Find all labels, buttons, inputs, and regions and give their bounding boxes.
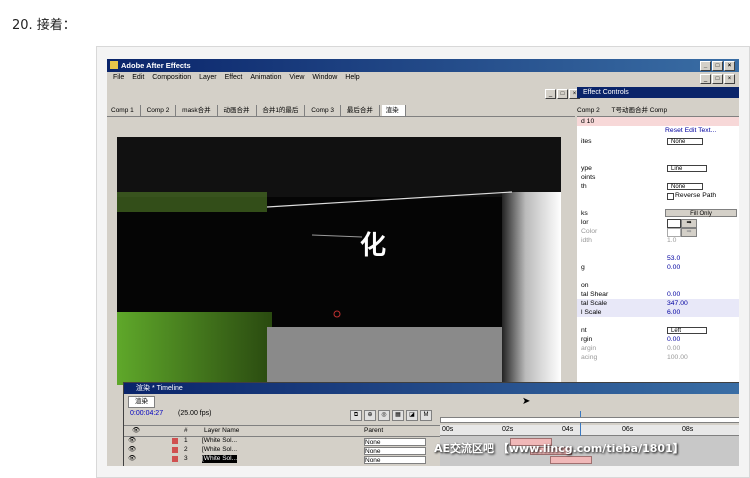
ec-sites-dropdown[interactable]: None xyxy=(667,138,703,145)
menu-bar: File Edit Composition Layer Effect Anima… xyxy=(107,72,739,84)
app-title: Adobe After Effects xyxy=(121,61,191,70)
ec-tab-comp-2[interactable]: Comp 2 xyxy=(577,107,600,114)
doc-minimize-icon[interactable]: _ xyxy=(700,74,711,84)
viewer-footage xyxy=(117,137,561,385)
ec-row-sites: ites None xyxy=(577,137,739,146)
eye-icon[interactable]: 👁 xyxy=(128,446,136,454)
col-number: # xyxy=(184,427,188,434)
tab-merge1-last[interactable]: 合并1的最后 xyxy=(258,105,306,116)
ec-layer-name-row: d 10 xyxy=(577,117,739,126)
ec-row-size: 53.0 xyxy=(667,255,681,262)
layer-bar[interactable] xyxy=(550,456,592,464)
after-effects-window: Adobe After Effects _ □ × File Edit Comp… xyxy=(107,59,739,466)
current-time-display[interactable]: 0:00:04:27 xyxy=(130,410,163,417)
maximize-icon[interactable]: □ xyxy=(712,61,723,71)
ec-row-path: th None xyxy=(577,182,739,191)
doc-close-icon[interactable]: × xyxy=(724,74,735,84)
ec-row-vertical-scale: l Scale 6.00 xyxy=(577,308,739,317)
app-title-bar: Adobe After Effects _ □ × xyxy=(107,59,739,72)
tab-mask-merge[interactable]: mask合并 xyxy=(178,105,218,116)
layer-color-label[interactable] xyxy=(172,456,178,462)
work-area-bar[interactable] xyxy=(440,417,739,423)
menu-help[interactable]: Help xyxy=(345,74,359,81)
motion-blur-icon[interactable]: ◪ xyxy=(406,410,418,421)
app-icon xyxy=(110,61,118,69)
menu-animation[interactable]: Animation xyxy=(250,74,281,81)
ec-row-left-margin: rgin 0.00 xyxy=(581,336,681,343)
ec-type-dropdown[interactable]: Line xyxy=(667,165,707,172)
watermark: AE交流区吧 【www.lincg.com/tieba/1801】 xyxy=(434,442,684,455)
comp-minimize-icon[interactable]: _ xyxy=(545,89,556,99)
shy-icon[interactable]: ◎ xyxy=(378,410,390,421)
composition-viewer[interactable]: 化 xyxy=(117,137,561,385)
ec-layer-name: d 10 xyxy=(581,118,595,125)
menu-composition[interactable]: Composition xyxy=(152,74,191,81)
tab-comp-2[interactable]: Comp 2 xyxy=(143,105,177,116)
ec-row-alignment: nt Left xyxy=(577,326,739,335)
ec-row-stroke-color: Color ➡ xyxy=(577,227,739,237)
ec-row-reverse-path: Reverse Path xyxy=(577,191,739,200)
time-ruler[interactable]: 00s 02s 04s 06s 08s xyxy=(440,425,739,436)
close-icon[interactable]: × xyxy=(724,61,735,71)
fill-only-dropdown[interactable]: Fill Only xyxy=(665,209,737,217)
ec-row-strokes: ks Fill Only xyxy=(577,209,739,218)
menu-edit[interactable]: Edit xyxy=(132,74,144,81)
ec-row-transform: on xyxy=(581,282,589,289)
ec-row-horizontal-shear: tal Shear 0.00 xyxy=(581,291,681,298)
layer-color-label[interactable] xyxy=(172,438,178,444)
ec-row-line-spacing: acing 100.00 xyxy=(581,354,688,361)
fps-display: (25.00 fps) xyxy=(178,410,212,417)
doc-maximize-icon[interactable]: □ xyxy=(712,74,723,84)
layer-color-label[interactable] xyxy=(172,447,178,453)
ec-row-type: ype Line xyxy=(577,164,739,173)
ec-reset-row: Reset Edit Text... xyxy=(577,126,739,135)
layer-row[interactable]: 👁 2 [White Sol... None xyxy=(124,446,440,455)
mouse-pointer-icon: ➤ xyxy=(522,396,531,407)
tab-comp-1[interactable]: Comp 1 xyxy=(107,105,141,116)
eye-icon[interactable]: 👁 xyxy=(128,437,136,445)
menu-file[interactable]: File xyxy=(113,74,124,81)
menu-effect[interactable]: Effect xyxy=(225,74,243,81)
menu-layer[interactable]: Layer xyxy=(199,74,217,81)
eye-icon[interactable]: 👁 xyxy=(128,455,136,463)
col-parent: Parent xyxy=(364,427,384,434)
comp-marker-icon[interactable]: ⧉ xyxy=(350,410,362,421)
comp-window-buttons: _ □ × xyxy=(545,89,580,99)
menu-window[interactable]: Window xyxy=(312,74,337,81)
ec-row-width: idth 1.0 xyxy=(581,237,677,244)
ec-row-color: lor ➡ xyxy=(577,218,739,228)
frame-blend-icon[interactable]: ▦ xyxy=(392,410,404,421)
layer-header: 👁 # Layer Name Parent xyxy=(124,425,440,437)
effect-controls-tabs: Comp 2 T号动画合并 Comp xyxy=(577,105,739,117)
col-layer-name: Layer Name xyxy=(204,427,240,434)
reverse-path-checkbox[interactable] xyxy=(667,193,674,200)
ec-alignment-dropdown[interactable]: Left xyxy=(667,327,707,334)
menu-view[interactable]: View xyxy=(289,74,304,81)
minimize-icon[interactable]: _ xyxy=(700,61,711,71)
ec-row-tracking: g 0.00 xyxy=(581,264,681,271)
ec-row-right-margin: argin 0.00 xyxy=(581,345,681,352)
ec-tab-anim-comp[interactable]: T号动画合并 Comp xyxy=(611,107,667,114)
tab-anim-merge[interactable]: 动画合并 xyxy=(220,105,257,116)
tab-final-merge[interactable]: 最后合并 xyxy=(343,105,380,116)
effect-controls-title: Effect Controls xyxy=(577,87,739,98)
graph-icon[interactable]: M xyxy=(420,410,432,421)
timeline-title: 渲染 * Timeline xyxy=(124,383,739,394)
step-heading: 20. 接着： xyxy=(12,18,76,33)
comp-maximize-icon[interactable]: □ xyxy=(557,89,568,99)
layer-row[interactable]: 👁 1 [White Sol... None xyxy=(124,437,440,446)
lock-icon[interactable]: ⊕ xyxy=(364,410,376,421)
ec-path-dropdown[interactable]: None xyxy=(667,183,703,190)
timeline-tab-render[interactable]: 渲染 xyxy=(128,396,155,408)
tab-render[interactable]: 渲染 xyxy=(381,105,406,116)
comp-tab-bar: Comp 1 Comp 2 mask合并 动画合并 合并1的最后 Comp 3 … xyxy=(107,105,575,117)
layer-row[interactable]: 👁 3 [White Sol... None xyxy=(124,455,440,464)
ec-row-horizontal-scale: tal Scale 347.00 xyxy=(577,299,739,308)
ec-row-points: oints xyxy=(581,174,596,181)
reset-edit-text-link[interactable]: Reset Edit Text... xyxy=(665,126,716,135)
viewer-text-character: 化 xyxy=(360,230,387,260)
tab-comp-3[interactable]: Comp 3 xyxy=(307,105,342,116)
av-switch-icon: 👁 xyxy=(132,427,141,434)
